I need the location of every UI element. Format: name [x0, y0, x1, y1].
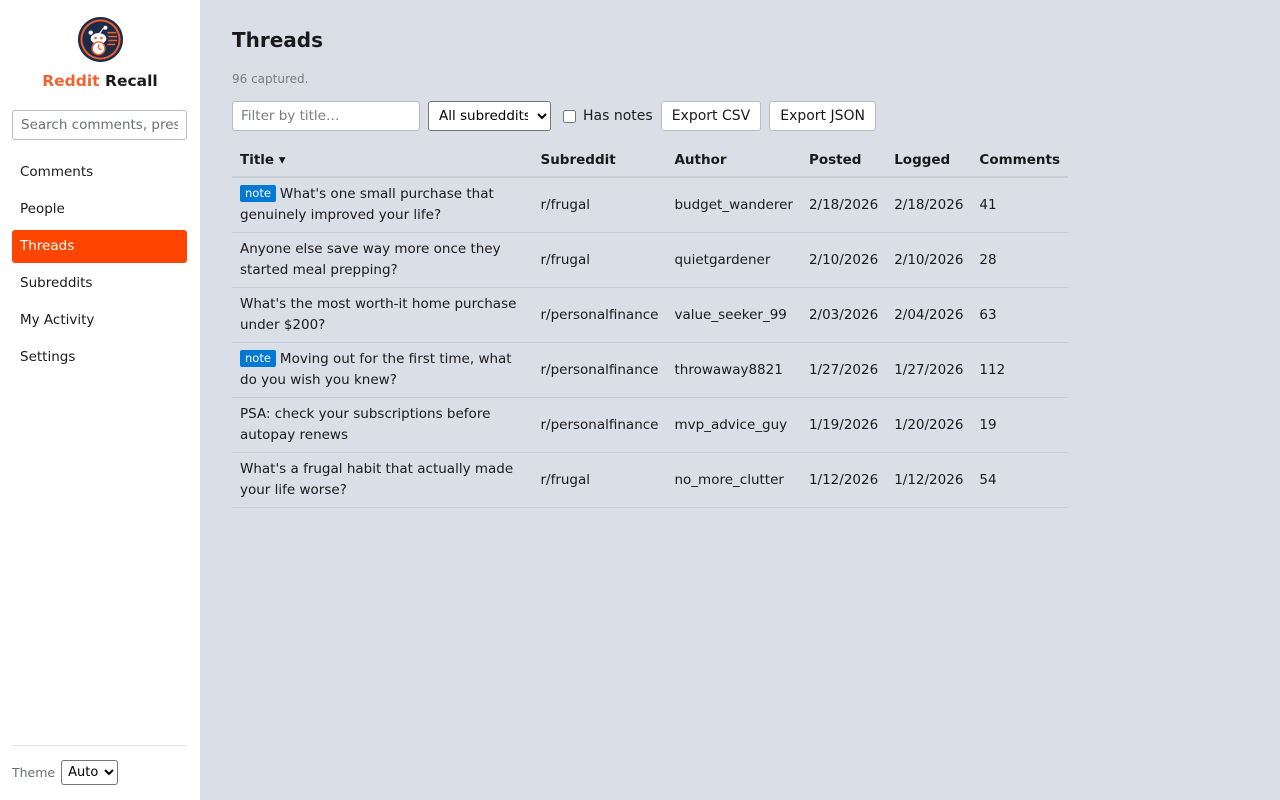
thread-title-cell[interactable]: What's a frugal habit that actually made…: [232, 452, 533, 508]
app-brand: Reddit Recall: [0, 72, 200, 90]
sidebar-item-comments[interactable]: Comments: [12, 156, 187, 189]
author-cell[interactable]: no_more_clutter: [666, 452, 801, 508]
table-row[interactable]: What's a frugal habit that actually made…: [232, 452, 1068, 508]
column-header-comments[interactable]: Comments: [971, 143, 1068, 178]
logged-cell: 1/27/2026: [886, 342, 972, 398]
table-row[interactable]: PSA: check your subscriptions before aut…: [232, 397, 1068, 453]
author-cell[interactable]: value_seeker_99: [666, 287, 801, 343]
column-header-author[interactable]: Author: [666, 143, 801, 178]
brand-name-part2: Recall: [105, 72, 158, 90]
table-row[interactable]: Anyone else save way more once they star…: [232, 232, 1068, 288]
table-row[interactable]: note Moving out for the first time, what …: [232, 342, 1068, 398]
thread-title-cell[interactable]: note Moving out for the first time, what …: [232, 342, 533, 398]
comments-count-cell: 112: [971, 342, 1068, 398]
sidebar-item-threads[interactable]: Threads: [12, 230, 187, 263]
author-cell[interactable]: budget_wanderer: [666, 177, 801, 233]
comments-count-cell: 19: [971, 397, 1068, 453]
logged-cell: 2/18/2026: [886, 177, 972, 233]
thread-title-cell[interactable]: PSA: check your subscriptions before aut…: [232, 397, 533, 453]
subreddit-select[interactable]: All subreddits: [428, 101, 551, 131]
subreddit-cell[interactable]: r/personalfinance: [532, 342, 667, 398]
has-notes-toggle[interactable]: Has notes: [563, 108, 653, 124]
comments-count-cell: 28: [971, 232, 1068, 288]
table-row[interactable]: What's the most worth-it home purchase u…: [232, 287, 1068, 343]
thread-title[interactable]: PSA: check your subscriptions before aut…: [240, 406, 490, 443]
posted-cell: 1/12/2026: [800, 452, 887, 508]
note-badge: note: [240, 184, 276, 202]
theme-label: Theme: [12, 765, 56, 780]
subreddit-cell[interactable]: r/personalfinance: [532, 397, 667, 453]
search-input[interactable]: [12, 110, 187, 140]
table-row[interactable]: note What's one small purchase that genui…: [232, 177, 1068, 233]
reddit-recall-logo-icon: [77, 16, 124, 63]
has-notes-checkbox[interactable]: [563, 109, 576, 123]
logged-cell: 1/20/2026: [886, 397, 972, 453]
theme-row: Theme Auto: [12, 745, 187, 785]
subreddit-cell[interactable]: r/frugal: [532, 177, 667, 233]
author-cell[interactable]: mvp_advice_guy: [666, 397, 801, 453]
sidebar-item-subreddits[interactable]: Subreddits: [12, 267, 187, 300]
export-csv-button[interactable]: Export CSV: [660, 101, 762, 131]
theme-select[interactable]: Auto: [61, 760, 119, 785]
has-notes-label: Has notes: [583, 108, 653, 124]
note-badge: note: [240, 349, 276, 367]
posted-cell: 2/18/2026: [800, 177, 887, 233]
column-header-title[interactable]: Title ▾: [232, 143, 533, 178]
thread-title[interactable]: What's one small purchase that genuinely…: [240, 186, 494, 223]
sidebar-nav: Comments People Threads Subreddits My Ac…: [12, 156, 187, 378]
sidebar-item-my-activity[interactable]: My Activity: [12, 304, 187, 337]
sidebar-item-settings[interactable]: Settings: [12, 341, 187, 374]
logged-cell: 2/04/2026: [886, 287, 972, 343]
thread-title[interactable]: What's a frugal habit that actually made…: [240, 461, 513, 498]
sidebar: Reddit Recall Comments People Threads Su…: [0, 0, 200, 800]
subreddit-cell[interactable]: r/frugal: [532, 232, 667, 288]
thread-title-cell[interactable]: What's the most worth-it home purchase u…: [232, 287, 533, 343]
column-header-subreddit[interactable]: Subreddit: [532, 143, 667, 178]
thread-title[interactable]: Anyone else save way more once they star…: [240, 241, 501, 278]
comments-count-cell: 41: [971, 177, 1068, 233]
export-json-button[interactable]: Export JSON: [769, 101, 877, 131]
logged-cell: 2/10/2026: [886, 232, 972, 288]
threads-table: Title ▾ Subreddit Author Posted Logged C…: [232, 143, 1068, 508]
posted-cell: 2/03/2026: [800, 287, 887, 343]
comments-count-cell: 63: [971, 287, 1068, 343]
subreddit-cell[interactable]: r/personalfinance: [532, 287, 667, 343]
author-cell[interactable]: quietgardener: [666, 232, 801, 288]
posted-cell: 2/10/2026: [800, 232, 887, 288]
thread-title[interactable]: Moving out for the first time, what do y…: [240, 351, 512, 388]
comments-count-cell: 54: [971, 452, 1068, 508]
posted-cell: 1/27/2026: [800, 342, 887, 398]
thread-title-cell[interactable]: Anyone else save way more once they star…: [232, 232, 533, 288]
title-filter-input[interactable]: [232, 101, 420, 131]
brand-name-part1: Reddit: [42, 72, 100, 90]
page-title: Threads: [232, 28, 324, 52]
thread-title[interactable]: What's the most worth-it home purchase u…: [240, 296, 516, 333]
captured-count: 96 captured.: [232, 72, 309, 86]
toolbar: All subreddits Has notes Export CSV Expo…: [232, 101, 884, 131]
column-header-posted[interactable]: Posted: [800, 143, 887, 178]
subreddit-cell[interactable]: r/frugal: [532, 452, 667, 508]
posted-cell: 1/19/2026: [800, 397, 887, 453]
column-header-logged[interactable]: Logged: [886, 143, 972, 178]
sidebar-item-people[interactable]: People: [12, 193, 187, 226]
author-cell[interactable]: throwaway8821: [666, 342, 801, 398]
table-header-row: Title ▾ Subreddit Author Posted Logged C…: [232, 143, 1068, 178]
thread-title-cell[interactable]: note What's one small purchase that genui…: [232, 177, 533, 233]
logged-cell: 1/12/2026: [886, 452, 972, 508]
